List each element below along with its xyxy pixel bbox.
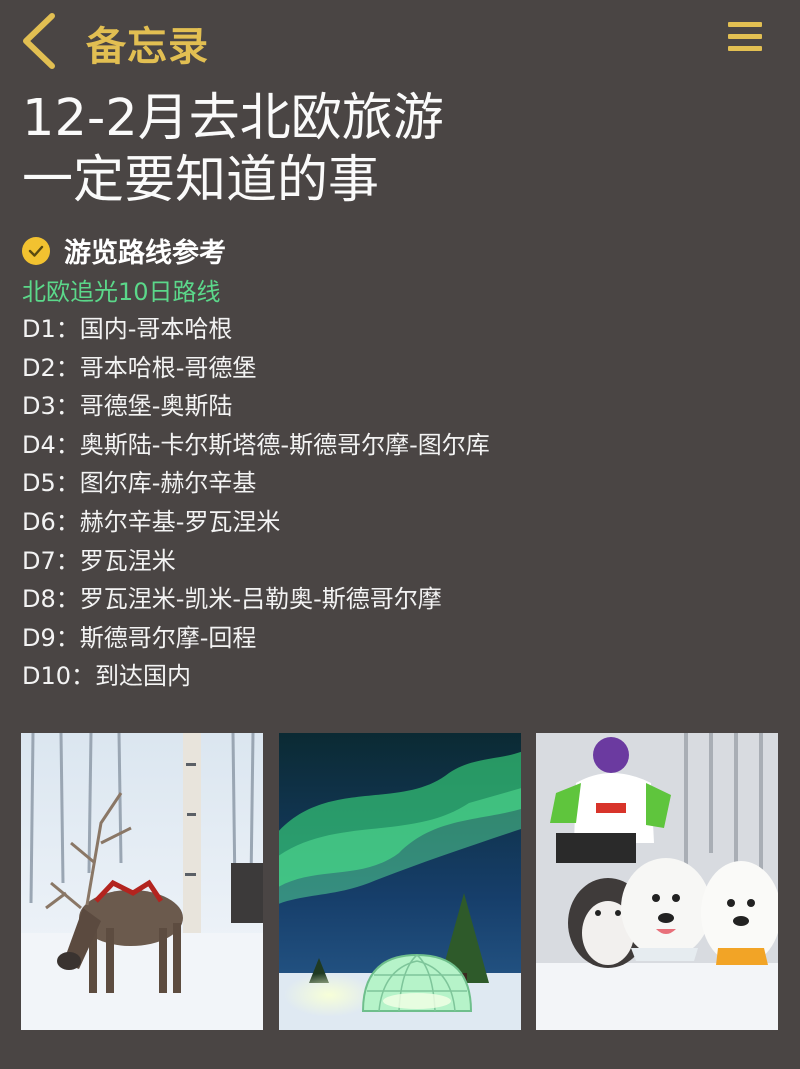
note-title-line: 一定要知道的事 — [22, 151, 380, 210]
reindeer-in-snow-photo[interactable] — [21, 733, 263, 1030]
day-item: D2：哥本哈根-哥德堡 — [22, 353, 257, 382]
day-item: D7：罗瓦涅米 — [22, 546, 176, 575]
note-title-line: 12-2月去北欧旅游 — [22, 89, 444, 148]
top-bar: 备忘录 — [0, 0, 800, 82]
section-heading: 游览路线参考 — [22, 231, 226, 270]
photo-strip — [21, 733, 778, 1030]
back-button[interactable] — [18, 12, 62, 70]
day-item: D9：斯德哥尔摩-回程 — [22, 623, 257, 652]
day-item: D4：奥斯陆-卡尔斯塔德-斯德哥尔摩-图尔库 — [22, 430, 490, 459]
chevron-left-icon — [23, 13, 55, 69]
day-item: D8：罗瓦涅米-凯米-吕勒奥-斯德哥尔摩 — [22, 585, 442, 614]
menu-button[interactable] — [728, 22, 762, 56]
hamburger-menu-icon — [728, 22, 762, 27]
route-name: 北欧追光10日路线 — [22, 278, 221, 306]
aurora-glass-igloo-photo[interactable] — [278, 733, 521, 1030]
day-item: D5：图尔库-赫尔辛基 — [22, 469, 257, 498]
day-item: D3：哥德堡-奥斯陆 — [22, 392, 233, 421]
husky-samoyed-sled-photo[interactable] — [536, 733, 778, 1030]
checkmark-circle-icon — [22, 236, 50, 265]
day-item: D1：国内-哥本哈根 — [22, 315, 233, 343]
app-title[interactable]: 备忘录 — [86, 14, 209, 72]
day-item: D10：到达国内 — [22, 662, 192, 691]
note-title: 12-2月去北欧旅游 一定要知道的事 — [22, 88, 782, 212]
section-title: 游览路线参考 — [64, 238, 226, 269]
day-item: D6：赫尔辛基-罗瓦涅米 — [22, 507, 281, 536]
day-list: D1：国内-哥本哈根 D2：哥本哈根-哥德堡 D3：哥德堡-奥斯陆 D4：奥斯陆… — [22, 310, 490, 696]
